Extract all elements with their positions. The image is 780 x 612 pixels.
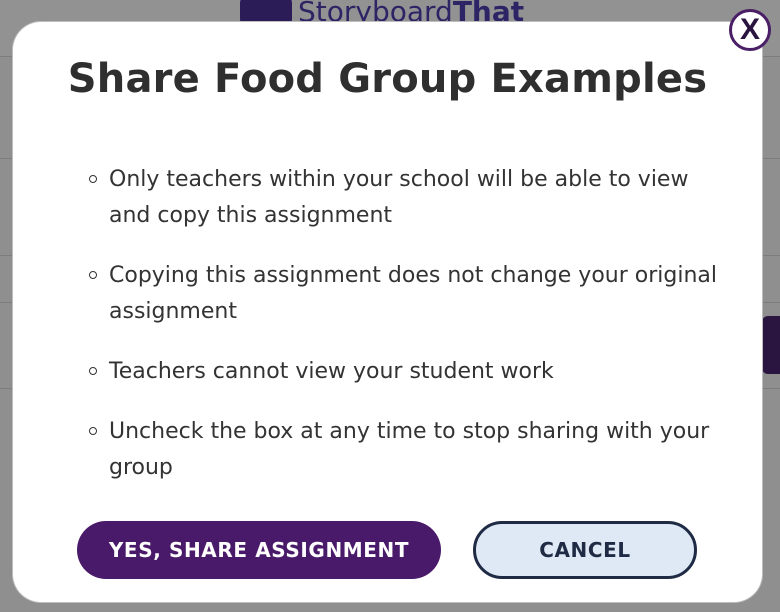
close-icon[interactable]: X xyxy=(729,9,771,51)
bullet-circle-icon xyxy=(89,271,97,279)
info-list: Only teachers within your school will be… xyxy=(89,162,729,510)
bullet-circle-icon xyxy=(89,427,97,435)
bullet-circle-icon xyxy=(89,367,97,375)
dialog-title: Share Food Group Examples xyxy=(67,56,708,102)
background-action-button xyxy=(762,316,780,374)
list-item: Copying this assignment does not change … xyxy=(89,258,729,330)
bullet-circle-icon xyxy=(89,175,97,183)
cancel-button[interactable]: CANCEL xyxy=(473,521,697,579)
list-item: Only teachers within your school will be… xyxy=(89,162,729,234)
yes-share-assignment-button[interactable]: YES, SHARE ASSIGNMENT xyxy=(77,521,441,579)
list-item: Teachers cannot view your student work xyxy=(89,354,729,390)
list-item: Uncheck the box at any time to stop shar… xyxy=(89,414,729,486)
share-assignment-dialog: Share Food Group Examples Only teachers … xyxy=(13,22,762,602)
